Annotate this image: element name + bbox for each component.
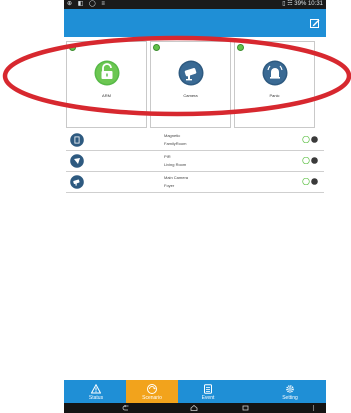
on-off-switch[interactable] (302, 178, 320, 185)
tile-camera-label: Camera (183, 93, 198, 98)
device-location: FamilyRoom (164, 141, 187, 146)
status-notifications: ⊕ ◧ ◯ ≡ (67, 1, 107, 7)
online-indicator (237, 44, 244, 51)
device-row[interactable]: PIR Living Room (66, 151, 324, 172)
tab-scenario-label: Scenario (142, 395, 162, 401)
edit-icon[interactable] (310, 18, 320, 28)
status-battery-time: ▯ ☵ 39% 10:31 (282, 1, 323, 7)
status-bar: ⊕ ◧ ◯ ≡ ▯ ☵ 39% 10:31 (64, 0, 326, 9)
scenario-tiles: ARM Camera Panic (66, 38, 324, 128)
tab-scenario[interactable]: Scenario (126, 380, 178, 403)
tab-setting-label: Setting (282, 395, 298, 401)
unlock-icon (94, 60, 120, 86)
tile-arm-label: ARM (102, 93, 111, 98)
device-location: Living Room (164, 162, 187, 167)
android-nav-bar (64, 403, 326, 413)
recent-apps-icon[interactable] (242, 405, 250, 411)
device-name: PIR (164, 154, 171, 159)
back-icon[interactable] (122, 405, 130, 411)
tab-status[interactable]: Status (70, 380, 122, 403)
camera-icon (70, 175, 84, 189)
device-name: Magnetic (164, 133, 181, 138)
warning-icon (91, 384, 101, 394)
tile-panic-label: Panic (269, 93, 280, 98)
online-indicator (153, 44, 160, 51)
device-row[interactable]: Magnetic FamilyRoom (66, 130, 324, 151)
tab-event-label: Event (201, 395, 215, 401)
device-row[interactable]: Main Camera Foyer (66, 172, 324, 193)
online-indicator (69, 44, 76, 51)
tab-event[interactable]: Event (182, 380, 234, 403)
on-off-switch[interactable] (302, 136, 320, 143)
tile-panic[interactable]: Panic (234, 41, 315, 128)
bottom-tab-bar: Status Scenario Event Setting (64, 380, 326, 403)
tab-setting[interactable]: Setting (264, 380, 316, 403)
panic-icon (262, 60, 288, 86)
tile-camera[interactable]: Camera (150, 41, 231, 128)
tile-arm[interactable]: ARM (66, 41, 147, 128)
gear-icon (286, 385, 294, 393)
tab-status-label: Status (88, 395, 104, 401)
door-sensor-icon (70, 133, 84, 147)
app-window: ⊕ ◧ ◯ ≡ ▯ ☵ 39% 10:31 ARM Camera Panic M… (64, 0, 326, 413)
device-name: Main Camera (164, 175, 189, 180)
event-icon (204, 384, 212, 394)
device-list: Magnetic FamilyRoom PIR Living Room Main… (66, 130, 324, 193)
on-off-switch[interactable] (302, 157, 320, 164)
scenario-icon (147, 384, 157, 394)
device-location: Foyer (164, 183, 175, 188)
motion-sensor-icon (70, 154, 84, 168)
top-bar (64, 9, 326, 37)
camera-icon (178, 60, 204, 86)
home-icon[interactable] (190, 405, 198, 411)
overflow-menu-icon[interactable] (312, 405, 315, 411)
